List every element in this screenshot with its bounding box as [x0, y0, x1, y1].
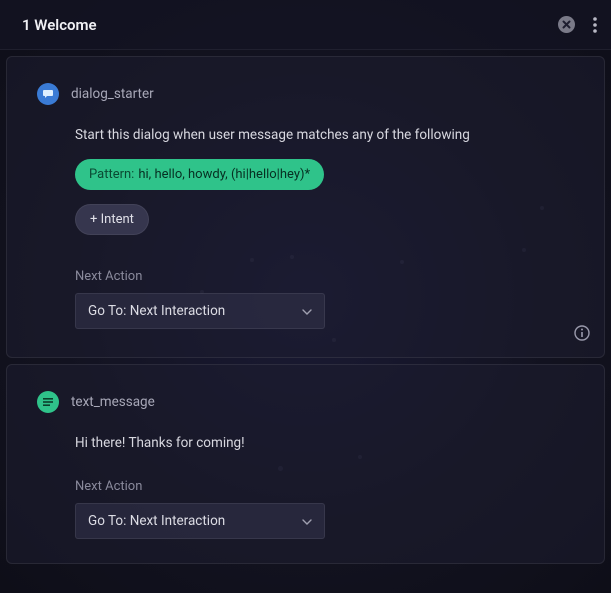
- flow-title: 1 Welcome: [22, 16, 558, 34]
- next-action-value: Go To: Next Interaction: [88, 303, 225, 319]
- next-action-label: Next Action: [75, 479, 574, 494]
- dialog-description: Start this dialog when user message matc…: [75, 127, 574, 143]
- close-circle-icon[interactable]: [558, 16, 575, 33]
- pattern-value: hi, hello, howdy, (hi|hello|hey)*: [138, 167, 310, 182]
- pattern-key: Pattern:: [89, 167, 134, 182]
- dialog-starter-card: dialog_starter Start this dialog when us…: [6, 56, 605, 358]
- chat-bubble-icon: [37, 83, 59, 105]
- pattern-chip[interactable]: Pattern: hi, hello, howdy, (hi|hello|hey…: [75, 159, 324, 190]
- message-text: Hi there! Thanks for coming!: [75, 435, 574, 451]
- next-action-select[interactable]: Go To: Next Interaction: [75, 293, 325, 329]
- flow-header: 1 Welcome: [0, 0, 611, 50]
- next-action-label: Next Action: [75, 269, 574, 284]
- info-icon[interactable]: [574, 325, 590, 345]
- chevron-down-icon: [302, 513, 312, 529]
- add-intent-button[interactable]: + Intent: [75, 204, 149, 235]
- kebab-menu-icon[interactable]: [593, 17, 597, 33]
- text-lines-icon: [37, 391, 59, 413]
- node-type-label: text_message: [71, 394, 155, 410]
- chevron-down-icon: [302, 303, 312, 319]
- next-action-select[interactable]: Go To: Next Interaction: [75, 503, 325, 539]
- node-type-label: dialog_starter: [71, 86, 154, 102]
- text-message-card: text_message Hi there! Thanks for coming…: [6, 364, 605, 564]
- next-action-value: Go To: Next Interaction: [88, 513, 225, 529]
